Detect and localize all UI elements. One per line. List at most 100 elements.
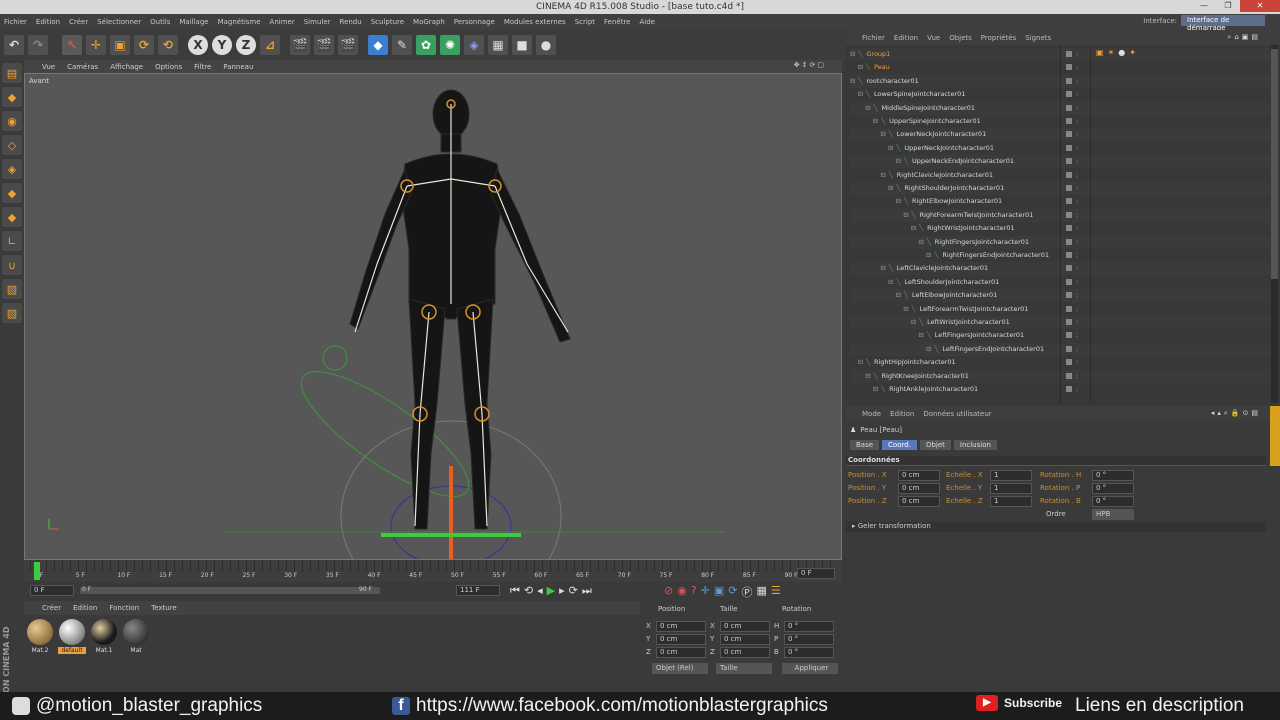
menu-animer[interactable]: Animer	[270, 18, 295, 26]
object-row[interactable]: ⊟ ╲ LeftFingersEndJointcharacter01:	[850, 343, 1270, 356]
expand-icon[interactable]: ⊟	[850, 50, 855, 58]
menu-edition[interactable]: Edition	[36, 18, 60, 26]
visibility-toggle[interactable]	[1066, 372, 1072, 379]
tab-inclusion[interactable]: Inclusion	[953, 440, 997, 450]
visibility-toggle[interactable]	[1066, 118, 1072, 124]
coord-size-field[interactable]: 0 cm	[720, 647, 770, 658]
goto-start-icon[interactable]: ⏮	[510, 584, 520, 598]
object-row[interactable]: ⊟ ╲ Peau:	[850, 61, 1270, 74]
visibility-toggle[interactable]	[1066, 64, 1072, 71]
order-select[interactable]: HPB	[1092, 509, 1134, 520]
visibility-toggle[interactable]	[1066, 104, 1072, 111]
attr-menu-edition[interactable]: Edition	[890, 410, 914, 418]
editor-visibility-dots[interactable]: :	[1076, 249, 1078, 262]
subscribe-badge[interactable]: ▶ Subscribe	[976, 695, 1062, 711]
object-row[interactable]: ⊟ ╲ MiddleSpineJointcharacter01:	[850, 102, 1270, 115]
editor-visibility-dots[interactable]: :	[1076, 276, 1078, 289]
editor-visibility-dots[interactable]: :	[1076, 236, 1078, 249]
editor-visibility-dots[interactable]: :	[1076, 209, 1078, 222]
editor-visibility-dots[interactable]: :	[1076, 61, 1078, 74]
obj-menu-proprietes[interactable]: Propriétés	[981, 34, 1016, 42]
attr-value-field[interactable]: 0 cm	[898, 496, 940, 507]
expand-icon[interactable]: ⊟	[865, 372, 870, 380]
menu-outils[interactable]: Outils	[150, 18, 170, 26]
y-axis-icon[interactable]: Y	[212, 35, 232, 55]
light-icon[interactable]: ●	[536, 35, 556, 55]
close-button[interactable]: ✕	[1240, 0, 1280, 12]
move-tool-icon[interactable]: ✛	[86, 35, 106, 55]
editor-visibility-dots[interactable]: :	[1076, 356, 1078, 369]
apply-button[interactable]: Appliquer	[782, 663, 838, 674]
make-editable-icon[interactable]: ▤	[2, 63, 22, 83]
preview-range-slider[interactable]: 0 F 90 F	[80, 586, 380, 594]
tab-coord[interactable]: Coord.	[882, 440, 917, 450]
side-tab[interactable]	[1270, 406, 1280, 466]
render-picture-viewer-icon[interactable]: 🎬	[314, 35, 334, 55]
editor-visibility-dots[interactable]: :	[1076, 316, 1078, 329]
coord-rotation-field[interactable]: 0 °	[784, 634, 834, 645]
pla-key-icon[interactable]: ▦	[757, 584, 767, 600]
editor-visibility-dots[interactable]: :	[1076, 182, 1078, 195]
material-swatch[interactable]: Mat	[122, 619, 150, 654]
expand-icon[interactable]: ⊟	[850, 77, 855, 85]
expand-icon[interactable]: ⊟	[903, 211, 908, 219]
visibility-toggle[interactable]	[1066, 158, 1072, 165]
material-swatch[interactable]: default	[58, 619, 86, 654]
visibility-toggle[interactable]	[1066, 252, 1072, 258]
editor-visibility-dots[interactable]: :	[1076, 383, 1078, 396]
expand-icon[interactable]: ⊟	[903, 305, 908, 313]
expand-icon[interactable]: ⊟	[896, 197, 901, 205]
visibility-toggle[interactable]	[1066, 292, 1072, 299]
points-mode-icon[interactable]: ◈	[2, 159, 22, 179]
coord-mode-select[interactable]: Objet (Rel)	[652, 663, 708, 674]
editor-visibility-dots[interactable]: :	[1076, 343, 1078, 356]
obj-menu-vue[interactable]: Vue	[927, 34, 940, 42]
menu-aide[interactable]: Aide	[639, 18, 654, 26]
attr-value-field[interactable]: 0 cm	[898, 483, 940, 494]
rotation-key-icon[interactable]: ⟳	[728, 584, 737, 600]
menu-personnage[interactable]: Personnage	[454, 18, 495, 26]
editor-visibility-dots[interactable]: :	[1076, 303, 1078, 316]
object-row[interactable]: ⊟ ╲ RightForearmTwistJointcharacter01:	[850, 209, 1270, 222]
expand-icon[interactable]: ⊟	[858, 90, 863, 98]
editor-visibility-dots[interactable]: :	[1076, 115, 1078, 128]
array-icon[interactable]: ✺	[440, 35, 460, 55]
visibility-toggle[interactable]	[1066, 386, 1072, 392]
object-row[interactable]: ⊟ ╲ LeftForearmTwistJointcharacter01:	[850, 303, 1270, 316]
viewport-nav-icons[interactable]: ✥↕⟳▢	[794, 61, 826, 69]
viewport-menu-options[interactable]: Options	[155, 63, 182, 71]
visibility-toggle[interactable]	[1066, 359, 1072, 366]
recent-tool-icon[interactable]: ⟲	[158, 35, 178, 55]
menu-script[interactable]: Script	[575, 18, 595, 26]
expand-icon[interactable]: ⊟	[888, 144, 893, 152]
expand-icon[interactable]: ⊟	[858, 358, 863, 366]
editor-visibility-dots[interactable]: :	[1076, 169, 1078, 182]
expand-icon[interactable]: ⊟	[873, 385, 878, 393]
object-row[interactable]: ⊟ ╲ UpperNeckJointcharacter01:	[850, 142, 1270, 155]
locked-workplane-icon[interactable]: ▧	[2, 279, 22, 299]
polygons-mode-icon[interactable]: ◆	[2, 207, 22, 227]
object-row[interactable]: ⊟ ╲ LeftShoulderJointcharacter01:	[850, 276, 1270, 289]
menu-modules-externes[interactable]: Modules externes	[504, 18, 566, 26]
expand-icon[interactable]: ⊟	[873, 117, 878, 125]
expand-icon[interactable]: ⊟	[880, 171, 885, 179]
object-row[interactable]: ⊟ ╲ RightFingersJointcharacter01:	[850, 236, 1270, 249]
visibility-toggle[interactable]	[1066, 345, 1072, 352]
menu-creer[interactable]: Créer	[69, 18, 88, 26]
attr-value-field[interactable]: 1	[990, 483, 1032, 494]
visibility-toggle[interactable]	[1066, 332, 1072, 339]
editor-visibility-dots[interactable]: :	[1076, 289, 1078, 302]
coord-size-select[interactable]: Taille	[716, 663, 772, 674]
visibility-toggle[interactable]	[1066, 131, 1072, 138]
minimize-button[interactable]: —	[1192, 0, 1216, 12]
parameter-key-icon[interactable]: Ⓟ	[742, 584, 753, 600]
end-frame-field[interactable]: 111 F	[456, 585, 500, 596]
menu-magnetisme[interactable]: Magnétisme	[218, 18, 261, 26]
editor-visibility-dots[interactable]: :	[1076, 102, 1078, 115]
visibility-toggle[interactable]	[1066, 305, 1072, 312]
visibility-toggle[interactable]	[1066, 185, 1072, 191]
menu-fichier[interactable]: Fichier	[4, 18, 27, 26]
mat-menu-fonction[interactable]: Fonction	[109, 604, 139, 612]
object-row[interactable]: ⊟ ╲ RightShoulderJointcharacter01:	[850, 182, 1270, 195]
object-row[interactable]: ⊟ ╲ RightElbowJointcharacter01:	[850, 195, 1270, 208]
